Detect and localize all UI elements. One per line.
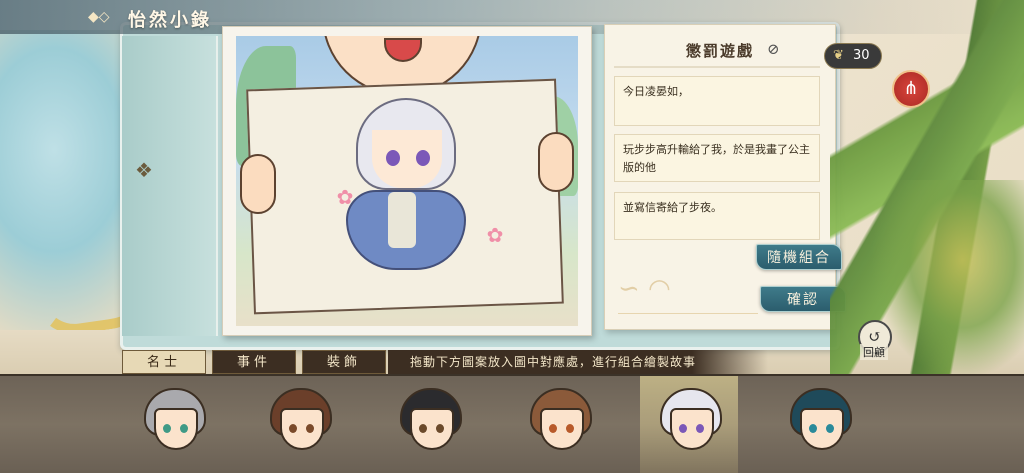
feather-icon: ❦ [833,48,844,63]
story-entry-2[interactable]: 玩步步高升輸給了我，於是我畫了公主版的他 [614,134,820,182]
divider [614,66,820,68]
character-eye [826,424,834,433]
character-eye [566,424,574,433]
tab-celebrities[interactable]: 名士 [122,350,206,374]
cloud-ornament-icon: ◆◇ [88,9,110,25]
flower-icon: ✿ [486,223,504,247]
palm-leaves-glow [870,180,1024,380]
story-illustration[interactable]: ✿ ✿ [236,36,578,326]
album-spine [122,36,218,336]
character-eye [419,424,427,433]
character-eye [679,424,687,433]
character-eye [163,424,171,433]
character-item-5[interactable] [656,388,726,460]
holder-right-hand [538,132,574,192]
character-eye [809,424,817,433]
character-eye [436,424,444,433]
tab-events[interactable]: 事件 [212,350,296,374]
story-title: 懲罰遊戲 [685,42,754,60]
character-face [670,408,714,450]
review-label[interactable]: 回顧 [860,344,888,360]
character-eye [289,424,297,433]
character-face [800,408,844,450]
character-face [540,408,584,450]
chibi-face [372,130,442,188]
no-entry-icon[interactable]: ⊘ [767,40,780,58]
chibi-robe-inner [388,192,416,248]
story-entry-1[interactable]: 今日凌晏如， [614,76,820,126]
currency-value: 30 [853,48,870,63]
tab-decorations[interactable]: 裝飾 [302,350,386,374]
story-entry-3[interactable]: 並寫信寄給了步夜。 [614,192,820,240]
character-eye [549,424,557,433]
character-face [410,408,454,450]
hint-text: 拖動下方圖案放入圖中對應處，進行組合繪製故事 [388,350,768,374]
character-item-1[interactable] [140,388,210,460]
chibi-eye [386,150,400,166]
clasp-icon: ❖ [135,158,153,182]
character-eye [306,424,314,433]
character-item-2[interactable] [266,388,336,460]
chibi-drawing [336,92,486,282]
character-item-4[interactable] [526,388,596,460]
character-face [154,408,198,450]
character-item-6[interactable] [786,388,856,460]
currency-counter: ❦ 30 [824,43,882,69]
chibi-eye [416,150,430,166]
flower-icon: ✿ [336,185,354,209]
character-eye [696,424,704,433]
holder-left-hand [240,154,276,214]
character-item-3[interactable] [396,388,466,460]
share-icon[interactable]: ⋔ [892,70,930,108]
character-face [280,408,324,450]
page-title: 怡然小錄 [128,10,212,31]
character-eye [180,424,188,433]
sketch-decoration: ∽ ◠ [618,264,758,314]
